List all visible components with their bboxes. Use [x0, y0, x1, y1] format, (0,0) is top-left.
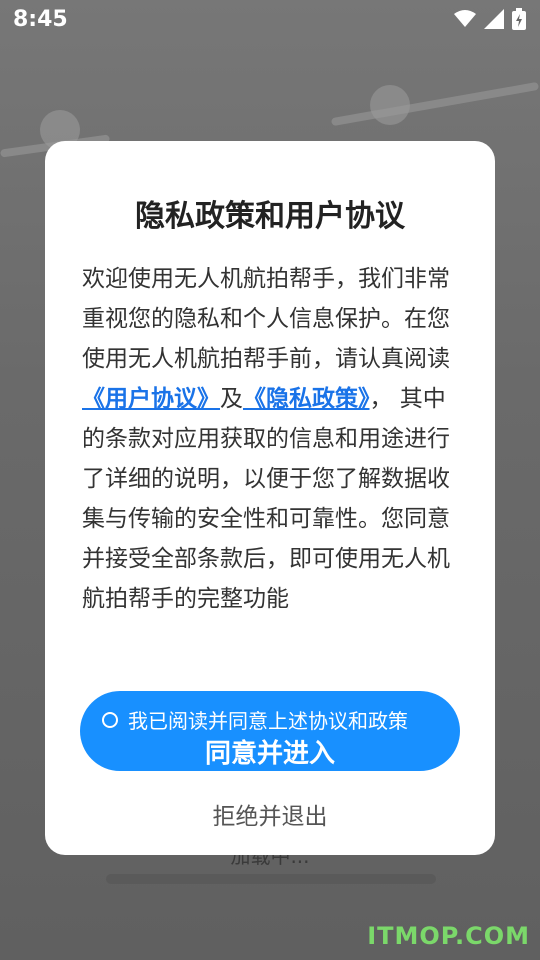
agree-enter-button[interactable]: 我已阅读并同意上述协议和政策 同意并进入 [80, 691, 460, 771]
radio-circle-icon[interactable] [102, 711, 118, 728]
privacy-dialog: 隐私政策和用户协议 欢迎使用无人机航拍帮手，我们非常重视您的隐私和个人信息保护。… [45, 141, 495, 855]
wifi-icon [454, 10, 476, 27]
body-text-part2: ， 其中的条款对应用获取的信息和用途进行了详细的说明，以便于您了解数据收集与传输… [82, 386, 450, 612]
user-agreement-link[interactable]: 《用户协议》 [82, 386, 220, 412]
reject-exit-button[interactable]: 拒绝并退出 [45, 797, 495, 831]
cell-signal-icon [484, 9, 504, 29]
status-bar: 8:45 [0, 0, 540, 40]
dialog-title: 隐私政策和用户协议 [135, 199, 405, 234]
privacy-policy-link[interactable]: 《隐私政策》 [243, 386, 370, 412]
checkbox-label: 我已阅读并同意上述协议和政策 [128, 709, 408, 733]
conjunction-text: 及 [220, 386, 243, 412]
status-icons [454, 8, 526, 30]
watermark-logo: ITMOP.COM [367, 922, 530, 950]
loading-bar [106, 874, 436, 884]
agree-checkbox-row[interactable]: 我已阅读并同意上述协议和政策 [102, 705, 408, 734]
battery-charging-icon [512, 8, 526, 30]
drone-propeller-right [330, 81, 540, 127]
status-time: 8:45 [13, 7, 68, 32]
dialog-body: 欢迎使用无人机航拍帮手，我们非常重视您的隐私和个人信息保护。在您使用无人机航拍帮… [82, 259, 467, 619]
agree-button-label: 同意并进入 [204, 739, 335, 769]
drone-motor-right [370, 85, 410, 125]
body-text-part1: 欢迎使用无人机航拍帮手，我们非常重视您的隐私和个人信息保护。在您使用无人机航拍帮… [82, 266, 450, 372]
